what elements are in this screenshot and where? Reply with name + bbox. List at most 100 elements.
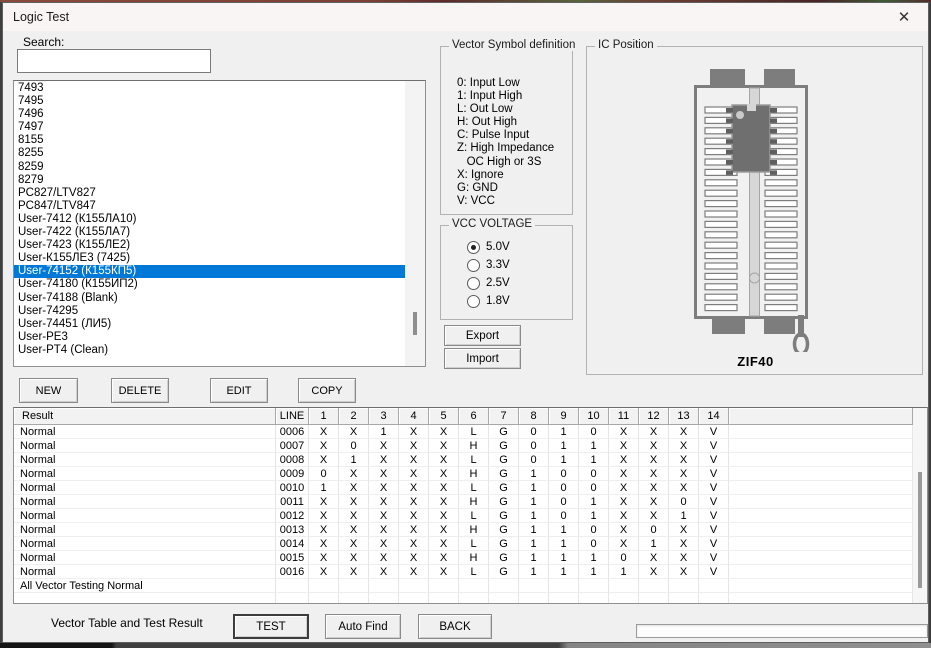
search-label: Search: bbox=[23, 35, 65, 49]
list-item[interactable]: User-74451 (ЛИ5) bbox=[14, 318, 405, 331]
table-row[interactable]: Normal 0011 X X X X X H G 1 0 1 X X 0 V bbox=[14, 495, 913, 509]
vcc-option-2.5v[interactable]: 2.5V bbox=[467, 274, 510, 292]
list-item[interactable]: User-PE3 bbox=[14, 331, 405, 344]
vector-cell: X bbox=[429, 537, 459, 551]
table-header-cell-filler bbox=[729, 408, 913, 425]
table-row[interactable]: Normal 0012 X X X X X L G 1 0 1 X X 1 V bbox=[14, 509, 913, 523]
vcc-option-1.8v[interactable]: 1.8V bbox=[467, 292, 510, 310]
vector-cell: H bbox=[459, 495, 489, 509]
search-input[interactable] bbox=[17, 49, 211, 73]
vector-cell: 0 bbox=[579, 537, 609, 551]
table-header-cell[interactable]: 11 bbox=[609, 408, 639, 425]
table-header-cell[interactable]: 5 bbox=[429, 408, 459, 425]
copy-button[interactable]: COPY bbox=[298, 378, 356, 403]
table-header-cell[interactable]: 14 bbox=[699, 408, 729, 425]
table-header-cell[interactable]: 4 bbox=[399, 408, 429, 425]
list-item[interactable]: PC827/LTV827 bbox=[14, 187, 405, 200]
edit-button[interactable]: EDIT bbox=[210, 378, 268, 403]
vector-symbol-line: X: Ignore bbox=[457, 168, 504, 181]
list-scrollbar[interactable] bbox=[405, 81, 425, 366]
table-header-cell[interactable]: 2 bbox=[339, 408, 369, 425]
table-scrollbar[interactable] bbox=[913, 408, 927, 603]
ic-position-group: IC Position ZIF40 bbox=[586, 39, 923, 375]
list-item[interactable]: 8255 bbox=[14, 147, 405, 160]
vector-cell: X bbox=[399, 453, 429, 467]
radio-icon[interactable] bbox=[467, 276, 480, 290]
table-header-cell[interactable]: 7 bbox=[489, 408, 519, 425]
back-button[interactable]: BACK bbox=[418, 614, 492, 639]
chip-listbox[interactable]: 7493 7495 7496 7497 8155 8255 8259 8279 PC827/LT… bbox=[13, 80, 426, 367]
list-item[interactable]: 8279 bbox=[14, 174, 405, 187]
radio-icon[interactable] bbox=[467, 258, 480, 272]
line-cell bbox=[276, 593, 309, 603]
radio-icon[interactable] bbox=[467, 240, 480, 254]
vector-cell: V bbox=[699, 439, 729, 453]
table-header-cell[interactable]: Result bbox=[14, 408, 276, 425]
new-button[interactable]: NEW bbox=[19, 378, 78, 403]
vector-symbol-line: H: Out High bbox=[457, 116, 518, 129]
list-item[interactable]: User-7423 (К155ЛЕ2) bbox=[14, 239, 405, 252]
auto-find-button[interactable]: Auto Find bbox=[325, 614, 401, 639]
list-item[interactable]: 7495 bbox=[14, 95, 405, 108]
table-header-cell[interactable]: 1 bbox=[309, 408, 339, 425]
list-item[interactable]: 8259 bbox=[14, 161, 405, 174]
table-row[interactable]: Normal 0007 X 0 X X X H G 0 1 1 X X X V bbox=[14, 439, 913, 453]
line-cell: 0016 bbox=[276, 565, 309, 579]
list-item[interactable]: User-7412 (К155ЛА10) bbox=[14, 213, 405, 226]
list-item[interactable]: 7497 bbox=[14, 121, 405, 134]
vector-cell: 1 bbox=[549, 551, 579, 565]
table-row[interactable]: Normal 0006 X X 1 X X L G 0 1 0 X X X V bbox=[14, 425, 913, 439]
list-item[interactable]: 8155 bbox=[14, 134, 405, 147]
radio-label: 3.3V bbox=[486, 259, 510, 271]
vector-cell bbox=[399, 579, 429, 593]
table-row[interactable]: Normal 0015 X X X X X H G 1 1 1 0 X X V bbox=[14, 551, 913, 565]
vector-cell: 1 bbox=[549, 439, 579, 453]
table-scrollbar-thumb[interactable] bbox=[918, 472, 922, 588]
titlebar[interactable]: Logic Test ✕ bbox=[3, 3, 928, 31]
close-icon[interactable]: ✕ bbox=[884, 3, 924, 31]
list-item[interactable]: User-К155ЛЕ3 (7425) bbox=[14, 252, 405, 265]
delete-button[interactable]: DELETE bbox=[111, 378, 169, 403]
table-row[interactable]: Normal 0010 1 X X X X L G 1 0 0 X X X V bbox=[14, 481, 913, 495]
table-header-cell[interactable]: 9 bbox=[549, 408, 579, 425]
table-summary-row: All Vector Testing Normal bbox=[14, 579, 913, 593]
vector-cell: X bbox=[369, 565, 399, 579]
socket-bottom-tab-right bbox=[764, 318, 795, 334]
socket-bottom-tab-left bbox=[712, 318, 745, 334]
list-item[interactable]: User-74152 (К155КП5) bbox=[14, 265, 405, 279]
list-scrollbar-thumb[interactable] bbox=[413, 312, 417, 335]
table-header-cell[interactable]: LINE bbox=[276, 408, 309, 425]
vector-cell: X bbox=[399, 523, 429, 537]
list-item[interactable]: User-74295 bbox=[14, 305, 405, 318]
list-item[interactable]: PC847/LTV847 bbox=[14, 200, 405, 213]
vector-cell: X bbox=[309, 509, 339, 523]
table-row[interactable]: Normal 0013 X X X X X H G 1 1 0 X 0 X V bbox=[14, 523, 913, 537]
table-row[interactable]: Normal 0016 X X X X X L G 1 1 1 1 X X V bbox=[14, 565, 913, 579]
table-header-cell[interactable]: 13 bbox=[669, 408, 699, 425]
vector-cell: X bbox=[399, 425, 429, 439]
table-header-cell[interactable]: 8 bbox=[519, 408, 549, 425]
export-button[interactable]: Export bbox=[444, 325, 521, 346]
table-row[interactable]: Normal 0009 0 X X X X H G 1 0 0 X X X V bbox=[14, 467, 913, 481]
list-item[interactable]: 7493 bbox=[14, 82, 405, 95]
table-header-cell[interactable]: 10 bbox=[579, 408, 609, 425]
radio-icon[interactable] bbox=[467, 294, 480, 308]
table-header-cell[interactable]: 12 bbox=[639, 408, 669, 425]
table-header-cell[interactable]: 3 bbox=[369, 408, 399, 425]
vcc-option-5.0v[interactable]: 5.0V bbox=[467, 238, 510, 256]
list-item[interactable]: 7496 bbox=[14, 108, 405, 121]
result-cell: Normal bbox=[14, 439, 276, 453]
table-row[interactable]: Normal 0014 X X X X X L G 1 1 0 X 1 X V bbox=[14, 537, 913, 551]
table-header-cell[interactable]: 6 bbox=[459, 408, 489, 425]
list-item[interactable]: User-PT4 (Clean) bbox=[14, 344, 405, 357]
line-cell bbox=[276, 579, 309, 593]
import-button[interactable]: Import bbox=[444, 348, 521, 369]
vector-table[interactable]: Result LINE 1 2 3 4 5 6 7 8 9 10 11 12 13 14 Normal 0006 X… bbox=[13, 407, 928, 604]
list-item[interactable]: User-7422 (К155ЛА7) bbox=[14, 226, 405, 239]
vector-cell: X bbox=[399, 439, 429, 453]
table-row[interactable]: Normal 0008 X 1 X X X L G 0 1 1 X X X V bbox=[14, 453, 913, 467]
list-item[interactable]: User-74188 (Blank) bbox=[14, 292, 405, 305]
list-item[interactable]: User-74180 (К155ИП2) bbox=[14, 278, 405, 291]
test-button[interactable]: TEST bbox=[233, 614, 309, 639]
vcc-option-3.3v[interactable]: 3.3V bbox=[467, 256, 510, 274]
